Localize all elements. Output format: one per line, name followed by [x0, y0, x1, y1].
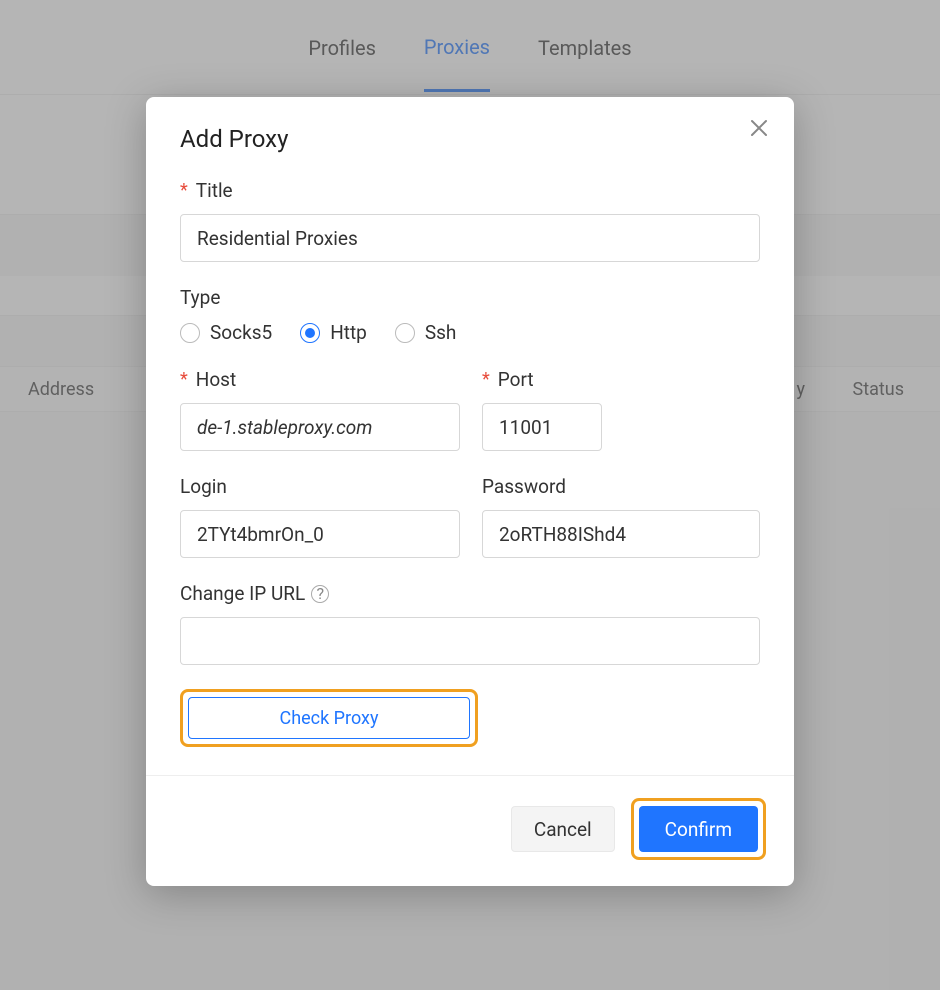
- host-input[interactable]: [180, 403, 460, 451]
- port-label-text: Port: [498, 368, 534, 391]
- add-proxy-modal: Add Proxy * Title Type Socks5 Http: [146, 97, 794, 886]
- radio-socks5[interactable]: Socks5: [180, 321, 272, 344]
- host-label-text: Host: [196, 368, 236, 391]
- changeip-label-text: Change IP URL: [180, 582, 305, 605]
- confirm-highlight: Confirm: [631, 798, 766, 860]
- help-icon[interactable]: ?: [311, 585, 329, 603]
- type-radio-group: Socks5 Http Ssh: [180, 321, 760, 344]
- check-proxy-button[interactable]: Check Proxy: [188, 697, 470, 739]
- port-label: * Port: [482, 368, 602, 391]
- password-label: Password: [482, 475, 760, 498]
- login-input[interactable]: [180, 510, 460, 558]
- cancel-button[interactable]: Cancel: [511, 806, 615, 852]
- changeip-label: Change IP URL ?: [180, 582, 760, 605]
- required-star-icon: *: [180, 371, 188, 389]
- modal-footer: Cancel Confirm: [146, 775, 794, 886]
- radio-http[interactable]: Http: [300, 321, 367, 344]
- password-input[interactable]: [482, 510, 760, 558]
- radio-socks5-label: Socks5: [210, 321, 272, 344]
- title-label-text: Title: [196, 179, 233, 202]
- title-label: * Title: [180, 179, 760, 202]
- confirm-button[interactable]: Confirm: [639, 806, 758, 852]
- port-input[interactable]: [482, 403, 602, 451]
- type-label: Type: [180, 286, 760, 309]
- title-input[interactable]: [180, 214, 760, 262]
- required-star-icon: *: [482, 371, 490, 389]
- modal-title: Add Proxy: [180, 125, 760, 153]
- host-label: * Host: [180, 368, 460, 391]
- radio-http-label: Http: [330, 321, 367, 344]
- required-star-icon: *: [180, 182, 188, 200]
- close-icon[interactable]: [750, 119, 768, 142]
- changeip-input[interactable]: [180, 617, 760, 665]
- check-proxy-highlight: Check Proxy: [180, 689, 478, 747]
- login-label: Login: [180, 475, 460, 498]
- radio-ssh-label: Ssh: [425, 321, 457, 344]
- radio-ssh[interactable]: Ssh: [395, 321, 457, 344]
